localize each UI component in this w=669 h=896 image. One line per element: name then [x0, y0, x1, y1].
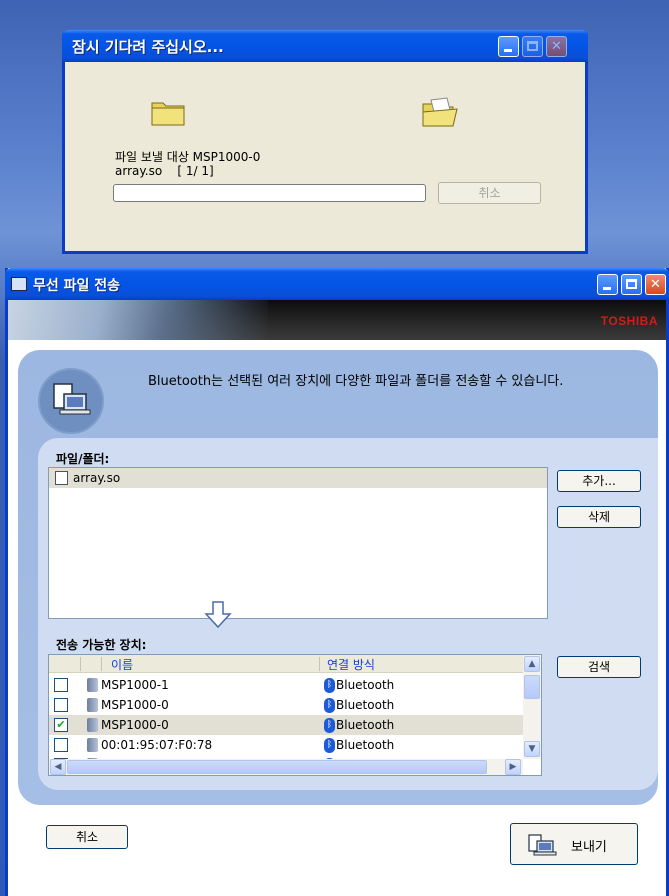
brand-logo: TOSHIBA	[600, 314, 658, 328]
device-checkbox[interactable]	[54, 698, 68, 712]
device-connection: Bluetooth	[336, 678, 395, 692]
scroll-right-icon[interactable]: ▶	[505, 759, 521, 775]
bluetooth-icon: ᛒ	[324, 718, 335, 733]
column-header-connection[interactable]: 연결 방식	[327, 656, 375, 673]
device-name: 00:01:95:07:F0:78	[101, 738, 213, 752]
device-name: MSP1000-1	[101, 678, 169, 692]
table-row[interactable]: ✔ MSP1000-0 ᛒ Bluetooth	[49, 715, 523, 735]
file-name: array.so	[73, 471, 121, 485]
file-list[interactable]: array.so	[48, 467, 548, 619]
header-separator	[319, 657, 320, 671]
cancel-button[interactable]: 취소	[46, 825, 128, 849]
scroll-thumb[interactable]	[524, 675, 540, 699]
intro-description: Bluetooth는 선택된 여러 장치에 다양한 파일과 폴더를 전송할 수 …	[148, 374, 564, 389]
device-name: MSP1000-0	[101, 718, 169, 732]
close-icon[interactable]: ✕	[645, 274, 666, 295]
column-header-name[interactable]: 이름	[111, 656, 133, 673]
arrow-down-icon	[204, 601, 232, 629]
progress-dialog-title: 잠시 기다려 주십시오...	[72, 38, 224, 56]
main-window-title: 무선 파일 전송	[33, 278, 121, 294]
scroll-up-icon[interactable]: ▲	[524, 656, 540, 672]
app-icon	[11, 277, 27, 291]
device-icon	[87, 698, 98, 712]
laptop-graphic	[8, 300, 268, 340]
device-list-header: 이름 연결 방식	[49, 655, 523, 673]
device-checkbox[interactable]	[54, 738, 68, 752]
main-titlebar[interactable]: 무선 파일 전송 ✕	[5, 268, 669, 300]
send-button[interactable]: 보내기	[510, 823, 638, 865]
device-list[interactable]: 이름 연결 방식 MSP1000-1 ᛒ Bluetooth MSP1000-0 ᛒ Bl…	[48, 654, 542, 776]
minimize-icon[interactable]	[597, 274, 618, 295]
devices-section-label: 전송 가능한 장치:	[56, 638, 147, 652]
scroll-left-icon[interactable]: ◀	[50, 759, 66, 775]
scroll-thumb[interactable]	[67, 760, 487, 774]
list-item[interactable]: array.so	[49, 468, 547, 488]
add-button[interactable]: 추가...	[557, 470, 641, 492]
maximize-icon	[522, 36, 543, 57]
scroll-down-icon[interactable]: ▼	[524, 741, 540, 757]
vertical-scrollbar[interactable]: ▲ ▼	[523, 655, 541, 759]
device-connection: Bluetooth	[336, 738, 395, 752]
table-row[interactable]: MSP1000-1 ᛒ Bluetooth	[49, 675, 523, 695]
device-name: MSP1000-0	[101, 698, 169, 712]
table-row[interactable]: 00:01:95:07:F0:78 ᛒ Bluetooth	[49, 735, 523, 755]
files-section-label: 파일/폴더:	[56, 452, 110, 466]
header-separator	[80, 657, 81, 671]
device-checkbox[interactable]	[54, 678, 68, 692]
delete-button[interactable]: 삭제	[557, 506, 641, 528]
device-connection: Bluetooth	[336, 698, 395, 712]
bluetooth-icon: ᛒ	[324, 698, 335, 713]
progress-target-label: 파일 보낼 대상 MSP1000-0	[115, 150, 261, 164]
device-icon	[87, 718, 98, 732]
progress-bar	[113, 184, 426, 202]
header-banner: TOSHIBA	[8, 300, 666, 340]
bluetooth-icon: ᛒ	[324, 678, 335, 693]
device-connection: Bluetooth	[336, 718, 395, 732]
wireless-file-transfer-window: 무선 파일 전송 ✕ TOSHIBA Bluetooth는 선택된 여러 장치에…	[5, 268, 669, 896]
close-icon: ✕	[546, 36, 567, 57]
maximize-icon[interactable]	[621, 274, 642, 295]
device-icon	[87, 678, 98, 692]
progress-file-counter: array.so [ 1/ 1]	[115, 164, 214, 178]
bluetooth-icon: ᛒ	[324, 738, 335, 753]
device-checkbox[interactable]: ✔	[54, 718, 68, 732]
file-transfer-icon	[38, 368, 104, 434]
folder-icon	[151, 102, 185, 126]
send-icon	[528, 834, 557, 856]
device-icon	[87, 738, 98, 752]
progress-dialog: 잠시 기다려 주십시오... ✕ 파일 보낼 대상 MSP1000-0 arra…	[62, 30, 588, 254]
search-button[interactable]: 검색	[557, 656, 641, 678]
horizontal-scrollbar[interactable]: ◀ ▶	[49, 759, 523, 775]
open-folder-icon	[422, 97, 458, 127]
progress-dialog-titlebar[interactable]: 잠시 기다려 주십시오... ✕	[62, 30, 588, 62]
progress-cancel-button: 취소	[438, 182, 541, 204]
minimize-icon[interactable]	[498, 36, 519, 57]
table-row[interactable]: MSP1000-0 ᛒ Bluetooth	[49, 695, 523, 715]
file-icon	[55, 471, 68, 485]
header-separator	[101, 657, 102, 671]
send-button-label: 보내기	[571, 840, 607, 855]
